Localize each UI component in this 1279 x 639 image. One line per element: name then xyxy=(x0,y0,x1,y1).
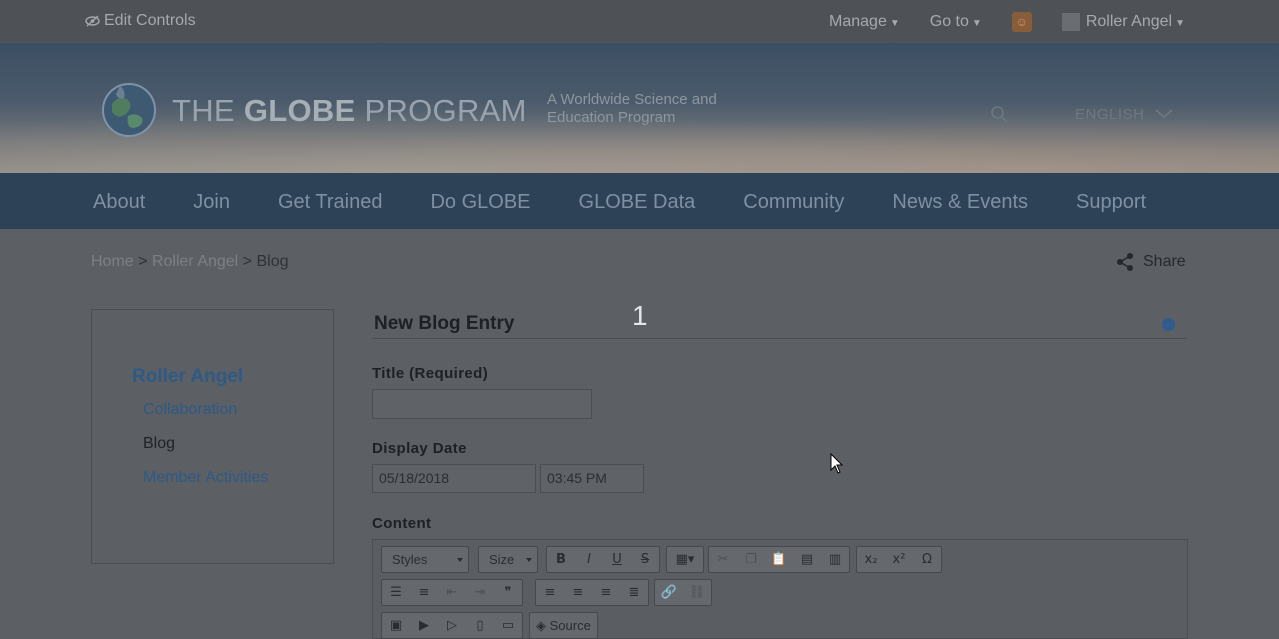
sidebar-item-blog[interactable]: Blog xyxy=(143,435,175,453)
superscript-icon[interactable]: x² xyxy=(885,547,913,572)
align-toolbar: ≡ ≡ ≡ ≣ xyxy=(535,579,649,606)
content-label: Content xyxy=(372,515,432,532)
clipboard-toolbar: ✂ ❐ 📋 ▤ ▥ xyxy=(708,546,850,573)
rich-text-editor: Styles Size B I U S ▦▾ ✂ ❐ 📋 ▤ ▥ x₂ x² Ω… xyxy=(372,539,1188,639)
edit-controls-label: Edit Controls xyxy=(104,12,196,29)
date-input[interactable]: 05/18/2018 xyxy=(372,464,536,493)
paste-word-icon[interactable]: ▥ xyxy=(821,547,849,572)
paste-icon[interactable]: 📋 xyxy=(765,547,793,572)
styles-dropdown[interactable]: Styles xyxy=(381,546,469,573)
brand-name[interactable]: THE GLOBE PROGRAM xyxy=(172,93,527,129)
nav-get-trained[interactable]: Get Trained xyxy=(278,191,383,214)
title-input[interactable] xyxy=(372,389,592,419)
share-button[interactable]: Share xyxy=(1115,252,1186,272)
blockquote-icon[interactable]: ❞ xyxy=(494,580,522,605)
indent-icon[interactable]: ⇥ xyxy=(466,580,494,605)
table-toolbar: ▦▾ xyxy=(666,546,704,573)
nav-globe-data[interactable]: GLOBE Data xyxy=(579,191,696,214)
script-toolbar: x₂ x² Ω xyxy=(856,546,942,573)
image-icon[interactable]: ▣ xyxy=(382,613,410,638)
bold-button[interactable]: B xyxy=(547,547,575,572)
sidebar-item-member-activities[interactable]: Member Activities xyxy=(143,469,268,487)
nav-news-events[interactable]: News & Events xyxy=(892,191,1028,214)
caret-down-icon: ▼ xyxy=(1175,18,1185,30)
italic-button[interactable]: I xyxy=(575,547,603,572)
site-header: THE GLOBE PROGRAM A Worldwide Science an… xyxy=(0,43,1279,173)
nav-community[interactable]: Community xyxy=(743,191,844,214)
breadcrumb-current: Blog xyxy=(256,253,289,270)
document-icon[interactable]: ▯ xyxy=(466,613,494,638)
special-char-icon[interactable]: Ω xyxy=(913,547,941,572)
tagline: A Worldwide Science and Education Progra… xyxy=(547,91,717,126)
share-icon xyxy=(1117,253,1133,271)
control-bar: Edit Controls Manage ▼ Go to ▼ ☺ Roller An… xyxy=(0,0,1279,43)
align-right-icon[interactable]: ≡ xyxy=(592,580,620,605)
bullet-list-icon[interactable]: ≡ xyxy=(410,580,438,605)
list-toolbar: ☰ ≡ ⇤ ⇥ ❞ xyxy=(381,579,523,606)
title-divider xyxy=(372,338,1187,339)
back-arrow-icon[interactable]: ← xyxy=(1162,318,1175,331)
caret-down-icon: ▼ xyxy=(971,18,982,29)
nav-do-globe[interactable]: Do GLOBE xyxy=(430,191,530,214)
outdent-icon[interactable]: ⇤ xyxy=(438,580,466,605)
manage-menu[interactable]: Manage ▼ xyxy=(829,13,900,31)
align-justify-icon[interactable]: ≣ xyxy=(620,580,648,605)
breadcrumb: Home > Roller Angel > Blog xyxy=(91,253,289,270)
source-button[interactable]: ◈ Source xyxy=(529,612,598,639)
globe-logo-icon[interactable] xyxy=(98,80,160,138)
paste-text-icon[interactable]: ▤ xyxy=(793,547,821,572)
notification-icon[interactable]: ☺ xyxy=(1011,12,1032,32)
copy-icon[interactable]: ❐ xyxy=(737,547,765,572)
chevron-down-icon xyxy=(1155,109,1173,119)
youtube-icon[interactable]: ▷ xyxy=(438,613,466,638)
table-icon[interactable]: ▦▾ xyxy=(667,547,703,572)
goto-menu[interactable]: Go to ▼ xyxy=(930,13,982,31)
edit-controls-toggle[interactable]: Edit Controls xyxy=(85,12,196,30)
cut-icon[interactable]: ✂ xyxy=(709,547,737,572)
language-selector[interactable]: ENGLISH xyxy=(1075,106,1173,123)
sidebar-title[interactable]: Roller Angel xyxy=(132,366,243,388)
unlink-icon[interactable]: ⛓ xyxy=(683,580,711,605)
underline-button[interactable]: U xyxy=(603,547,631,572)
display-date-label: Display Date xyxy=(372,440,467,457)
media-toolbar: ▣ ▶ ▷ ▯ ▭ xyxy=(381,612,523,639)
numbered-list-icon[interactable]: ☰ xyxy=(382,580,410,605)
align-center-icon[interactable]: ≡ xyxy=(564,580,592,605)
format-toolbar: B I U S xyxy=(546,546,660,573)
caret-down-icon xyxy=(457,558,463,562)
avatar xyxy=(1061,12,1080,31)
align-left-icon[interactable]: ≡ xyxy=(536,580,564,605)
mouse-cursor-icon xyxy=(830,453,844,474)
strike-button[interactable]: S xyxy=(631,547,659,572)
video-icon[interactable]: ▶ xyxy=(410,613,438,638)
size-dropdown[interactable]: Size xyxy=(478,546,538,573)
nav-support[interactable]: Support xyxy=(1076,191,1146,214)
link-icon[interactable]: 🔗 xyxy=(655,580,683,605)
nav-about[interactable]: About xyxy=(93,191,145,214)
eye-slash-icon xyxy=(85,15,100,27)
user-menu[interactable]: Roller Angel ▼ xyxy=(1061,12,1185,31)
link-toolbar: 🔗 ⛓ xyxy=(654,579,712,606)
nav-join[interactable]: Join xyxy=(193,191,230,214)
subscript-icon[interactable]: x₂ xyxy=(857,547,885,572)
breadcrumb-home[interactable]: Home xyxy=(91,253,134,270)
breadcrumb-user[interactable]: Roller Angel xyxy=(152,253,238,270)
title-label: Title (Required) xyxy=(372,365,489,382)
main-nav: About Join Get Trained Do GLOBE GLOBE Da… xyxy=(0,173,1279,229)
iframe-icon[interactable]: ▭ xyxy=(494,613,522,638)
page-title: New Blog Entry xyxy=(374,313,515,334)
sidebar: Roller Angel Collaboration Blog Member A… xyxy=(91,309,334,564)
search-icon[interactable] xyxy=(990,105,1008,123)
caret-down-icon: ▼ xyxy=(889,18,900,29)
sidebar-item-collaboration[interactable]: Collaboration xyxy=(143,401,237,419)
time-input[interactable]: 03:45 PM xyxy=(540,464,644,493)
caret-down-icon xyxy=(526,558,532,562)
step-number: 1 xyxy=(632,300,648,331)
source-icon: ◈ xyxy=(536,617,550,633)
